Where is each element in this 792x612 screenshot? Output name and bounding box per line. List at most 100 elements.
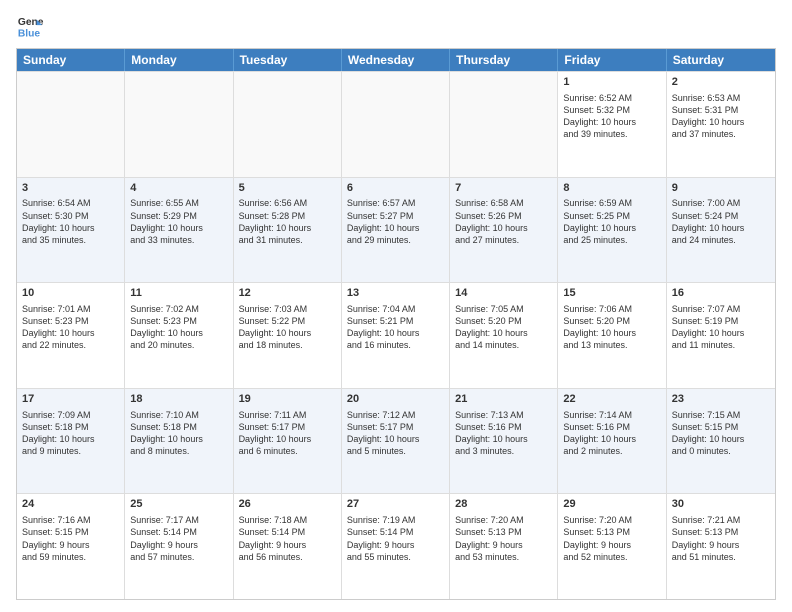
calendar-cell: 24 Sunrise: 7:16 AMSunset: 5:15 PMDayligh… [17,494,125,599]
day-info: and 22 minutes. [22,339,119,351]
day-info: and 29 minutes. [347,234,444,246]
day-info: Daylight: 9 hours [347,539,444,551]
day-info: Sunset: 5:23 PM [130,315,227,327]
day-info: Sunset: 5:14 PM [130,526,227,538]
day-info: Sunset: 5:14 PM [347,526,444,538]
day-number: 27 [347,497,444,512]
day-info: and 37 minutes. [672,128,770,140]
day-info: and 14 minutes. [455,339,552,351]
weekday-header: Monday [125,49,233,71]
day-info: and 3 minutes. [455,445,552,457]
calendar-cell: 6Sunrise: 6:57 AMSunset: 5:27 PMDaylight… [342,178,450,283]
calendar-cell: 4Sunrise: 6:55 AMSunset: 5:29 PMDaylight… [125,178,233,283]
day-info: Sunset: 5:31 PM [672,104,770,116]
day-info: and 2 minutes. [563,445,660,457]
day-info: Daylight: 9 hours [22,539,119,551]
day-info: Sunrise: 7:12 AM [347,409,444,421]
day-info: Sunrise: 6:59 AM [563,197,660,209]
day-info: Sunset: 5:17 PM [347,421,444,433]
calendar-cell: 18Sunrise: 7:10 AMSunset: 5:18 PMDayligh… [125,389,233,494]
day-info: Sunset: 5:16 PM [455,421,552,433]
day-info: Daylight: 10 hours [239,327,336,339]
calendar-cell: 3Sunrise: 6:54 AMSunset: 5:30 PMDaylight… [17,178,125,283]
calendar-row: 1Sunrise: 6:52 AMSunset: 5:32 PMDaylight… [17,71,775,177]
day-info: Daylight: 10 hours [455,327,552,339]
day-info: Daylight: 10 hours [239,222,336,234]
day-info: Daylight: 10 hours [672,222,770,234]
day-info: Daylight: 10 hours [563,116,660,128]
calendar-cell [342,72,450,177]
day-number: 19 [239,392,336,407]
day-info: Sunrise: 6:56 AM [239,197,336,209]
day-info: Daylight: 10 hours [563,327,660,339]
day-info: Sunrise: 6:57 AM [347,197,444,209]
day-info: Sunset: 5:16 PM [563,421,660,433]
calendar-cell: 14Sunrise: 7:05 AMSunset: 5:20 PMDayligh… [450,283,558,388]
day-info: and 33 minutes. [130,234,227,246]
day-number: 24 [22,497,119,512]
calendar-body: 1Sunrise: 6:52 AMSunset: 5:32 PMDaylight… [17,71,775,599]
day-info: Sunrise: 6:58 AM [455,197,552,209]
day-info: Sunset: 5:20 PM [563,315,660,327]
calendar-cell [234,72,342,177]
day-info: and 8 minutes. [130,445,227,457]
day-info: Sunset: 5:20 PM [455,315,552,327]
day-info: Sunrise: 7:16 AM [22,514,119,526]
day-info: Sunset: 5:27 PM [347,210,444,222]
day-info: Sunset: 5:17 PM [239,421,336,433]
day-info: Daylight: 10 hours [22,433,119,445]
weekday-header: Wednesday [342,49,450,71]
calendar-cell: 13Sunrise: 7:04 AMSunset: 5:21 PMDayligh… [342,283,450,388]
day-info: Daylight: 10 hours [22,222,119,234]
day-number: 13 [347,286,444,301]
day-info: Daylight: 10 hours [455,222,552,234]
calendar-cell: 8Sunrise: 6:59 AMSunset: 5:25 PMDaylight… [558,178,666,283]
day-info: Daylight: 10 hours [130,327,227,339]
calendar-cell: 5Sunrise: 6:56 AMSunset: 5:28 PMDaylight… [234,178,342,283]
day-number: 20 [347,392,444,407]
day-info: Sunrise: 7:00 AM [672,197,770,209]
calendar-row: 17Sunrise: 7:09 AMSunset: 5:18 PMDayligh… [17,388,775,494]
day-number: 14 [455,286,552,301]
day-info: Daylight: 10 hours [672,327,770,339]
svg-text:General: General [18,17,44,28]
day-number: 21 [455,392,552,407]
day-number: 7 [455,181,552,196]
calendar-cell: 21Sunrise: 7:13 AMSunset: 5:16 PMDayligh… [450,389,558,494]
day-number: 12 [239,286,336,301]
calendar-cell: 16Sunrise: 7:07 AMSunset: 5:19 PMDayligh… [667,283,775,388]
calendar-cell [125,72,233,177]
calendar-cell: 2Sunrise: 6:53 AMSunset: 5:31 PMDaylight… [667,72,775,177]
day-number: 8 [563,181,660,196]
calendar-cell: 20Sunrise: 7:12 AMSunset: 5:17 PMDayligh… [342,389,450,494]
day-number: 5 [239,181,336,196]
day-info: Sunset: 5:24 PM [672,210,770,222]
day-info: Sunset: 5:30 PM [22,210,119,222]
day-number: 4 [130,181,227,196]
day-info: and 6 minutes. [239,445,336,457]
logo-icon: General Blue [16,12,44,40]
day-number: 2 [672,75,770,90]
day-info: Daylight: 9 hours [672,539,770,551]
day-info: and 55 minutes. [347,551,444,563]
svg-text:Blue: Blue [18,28,41,39]
day-number: 30 [672,497,770,512]
day-number: 15 [563,286,660,301]
day-info: Daylight: 10 hours [22,327,119,339]
day-info: Daylight: 10 hours [672,433,770,445]
calendar-cell: 12Sunrise: 7:03 AMSunset: 5:22 PMDayligh… [234,283,342,388]
day-number: 9 [672,181,770,196]
day-info: Sunrise: 7:14 AM [563,409,660,421]
calendar-cell: 10Sunrise: 7:01 AMSunset: 5:23 PMDayligh… [17,283,125,388]
day-number: 6 [347,181,444,196]
day-info: Sunrise: 7:13 AM [455,409,552,421]
day-info: Sunset: 5:22 PM [239,315,336,327]
calendar-cell: 28Sunrise: 7:20 AMSunset: 5:13 PMDayligh… [450,494,558,599]
day-info: Sunrise: 7:07 AM [672,303,770,315]
calendar-cell: 30Sunrise: 7:21 AMSunset: 5:13 PMDayligh… [667,494,775,599]
day-info: Sunset: 5:15 PM [22,526,119,538]
calendar-cell: 25Sunrise: 7:17 AMSunset: 5:14 PMDayligh… [125,494,233,599]
calendar-cell: 29Sunrise: 7:20 AMSunset: 5:13 PMDayligh… [558,494,666,599]
day-number: 10 [22,286,119,301]
calendar-cell: 17Sunrise: 7:09 AMSunset: 5:18 PMDayligh… [17,389,125,494]
